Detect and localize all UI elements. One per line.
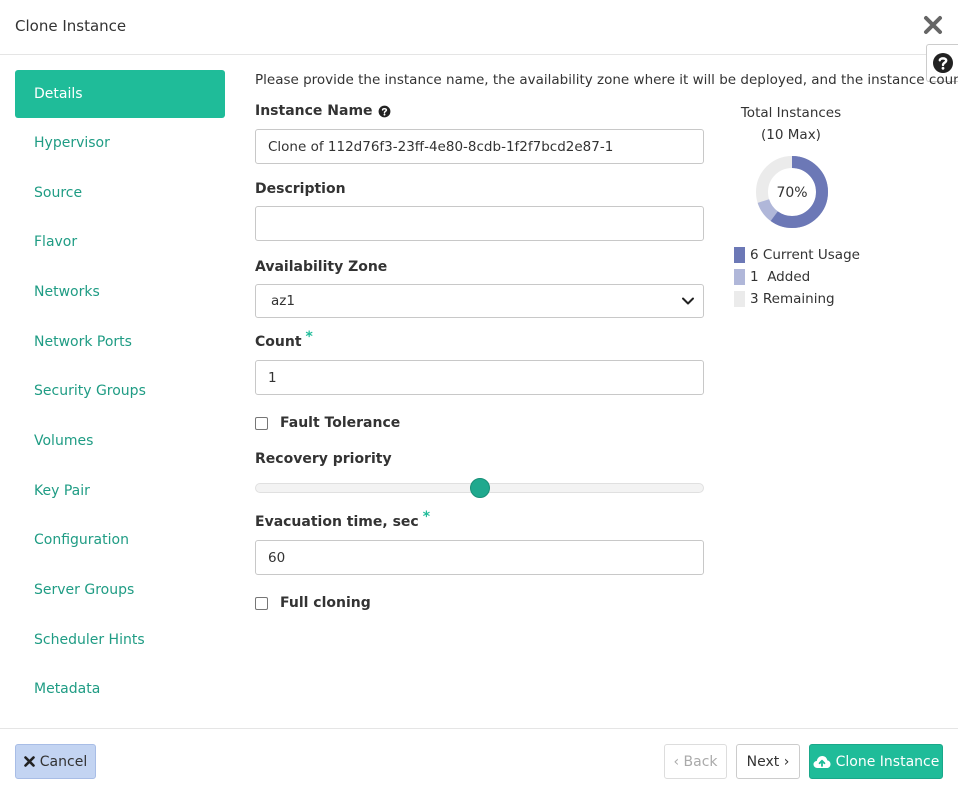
full-cloning-checkbox[interactable] (255, 596, 268, 610)
legend-swatch (734, 269, 745, 285)
full-cloning-label: Full cloning (280, 595, 371, 611)
instance-name-input[interactable] (255, 129, 704, 164)
nav-item-metadata[interactable]: Metadata (15, 665, 225, 715)
quota-max: (10 Max) (761, 127, 821, 143)
cancel-label: Cancel (39, 753, 88, 770)
nav-item-server-groups[interactable]: Server Groups (15, 565, 225, 615)
description-label: Description (255, 181, 346, 197)
nav-item-configuration[interactable]: Configuration (15, 516, 225, 566)
nav-item-volumes[interactable]: Volumes (15, 416, 225, 466)
fault-tolerance-label: Fault Tolerance (280, 415, 401, 431)
instance-name-label: Instance Name (255, 103, 373, 119)
dialog-header: Clone Instance (0, 0, 958, 55)
legend-swatch (734, 247, 745, 263)
nav-item-flavor[interactable]: Flavor (15, 217, 225, 267)
required-marker: * (422, 509, 431, 525)
legend-added: 1 Added (734, 266, 860, 288)
legend-current-usage: 6 Current Usage (734, 244, 860, 266)
legend-count: 1 (750, 269, 759, 285)
clone-instance-label: Clone Instance (835, 753, 940, 770)
availability-zone-select[interactable]: az1 (255, 284, 704, 318)
availability-zone-label: Availability Zone (255, 259, 388, 275)
wizard-steps-nav: Details Hypervisor Source Flavor Network… (15, 70, 225, 714)
close-icon (23, 756, 35, 767)
fault-tolerance-row[interactable]: Fault Tolerance (255, 415, 400, 431)
legend-swatch (734, 291, 745, 307)
close-icon (924, 16, 942, 34)
recovery-priority-slider[interactable] (255, 478, 704, 498)
evacuation-label-row: Evacuation time, sec * (255, 509, 430, 530)
full-cloning-row[interactable]: Full cloning (255, 595, 371, 611)
back-label: ‹ Back (673, 753, 718, 770)
nav-item-networks[interactable]: Networks (15, 267, 225, 317)
instance-name-label-row: Instance Name (255, 103, 391, 119)
intro-text: Please provide the instance name, the av… (255, 72, 958, 88)
clone-instance-button[interactable]: Clone Instance (809, 744, 943, 779)
next-button[interactable]: Next › (736, 744, 800, 779)
chevron-down-icon (682, 297, 694, 305)
back-button[interactable]: ‹ Back (664, 744, 727, 779)
evacuation-time-label: Evacuation time, sec (255, 514, 419, 530)
quota-summary: Total Instances (10 Max) (730, 102, 852, 146)
nav-item-key-pair[interactable]: Key Pair (15, 466, 225, 516)
availability-zone-value: az1 (271, 293, 295, 309)
dialog-title: Clone Instance (15, 17, 127, 35)
question-circle-icon[interactable] (378, 105, 391, 118)
legend-remaining: 3 Remaining (734, 288, 860, 310)
legend-label: Remaining (762, 291, 835, 307)
legend-label: Current Usage (762, 247, 860, 263)
quota-legend: 6 Current Usage 1 Added 3 Remaining (734, 244, 860, 310)
close-button[interactable] (923, 14, 945, 38)
fault-tolerance-checkbox[interactable] (255, 416, 268, 430)
count-label-row: Count * (255, 329, 313, 350)
nav-item-source[interactable]: Source (15, 168, 225, 218)
question-circle-icon (932, 53, 953, 73)
legend-count: 3 (750, 291, 759, 307)
evacuation-time-input[interactable] (255, 540, 704, 575)
next-label: Next › (746, 753, 790, 770)
cancel-button[interactable]: Cancel (15, 744, 96, 779)
donut-percent: 70% (776, 185, 807, 201)
nav-item-hypervisor[interactable]: Hypervisor (15, 118, 225, 168)
count-label: Count (255, 334, 302, 350)
nav-item-scheduler-hints[interactable]: Scheduler Hints (15, 615, 225, 665)
nav-item-details[interactable]: Details (15, 70, 225, 118)
cloud-upload-icon (813, 755, 831, 769)
required-marker: * (305, 329, 313, 345)
nav-item-security-groups[interactable]: Security Groups (15, 366, 225, 416)
legend-count: 6 (750, 247, 759, 263)
description-input[interactable] (255, 206, 704, 241)
recovery-priority-label: Recovery priority (255, 451, 392, 467)
legend-label: Added (767, 269, 811, 285)
slider-handle[interactable] (469, 478, 490, 498)
quota-title: Total Instances (740, 105, 842, 121)
count-input[interactable] (255, 360, 704, 395)
nav-item-network-ports[interactable]: Network Ports (15, 317, 225, 367)
quota-donut-chart: 70% (756, 156, 828, 228)
